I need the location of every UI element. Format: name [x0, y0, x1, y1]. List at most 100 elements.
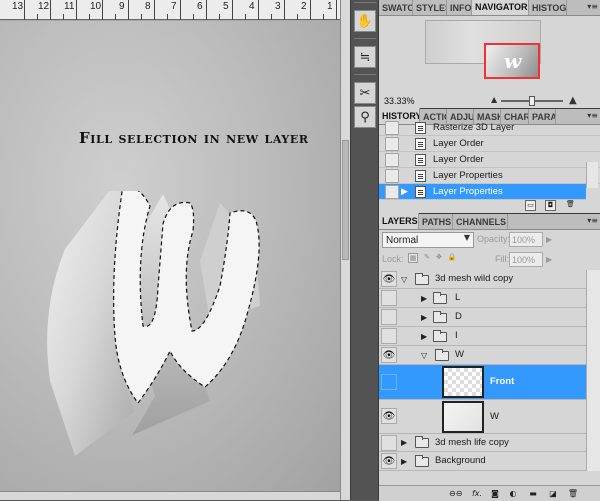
- layer-name[interactable]: I: [455, 330, 458, 341]
- zoom-level[interactable]: 33.33%: [384, 96, 424, 106]
- opacity-dropdown-icon[interactable]: ▶: [546, 235, 552, 244]
- history-item[interactable]: Layer Order: [379, 152, 600, 168]
- tab-styles[interactable]: STYLES: [413, 0, 447, 15]
- layer-name[interactable]: W: [490, 411, 499, 422]
- pin-icon[interactable]: ⚲: [354, 106, 376, 128]
- snapshot-source-box[interactable]: [385, 152, 399, 167]
- history-doc-icon: [415, 185, 426, 198]
- trash-icon[interactable]: 🗑: [567, 488, 579, 499]
- snapshot-source-box[interactable]: [385, 136, 399, 151]
- collapsed-triangle-icon[interactable]: ▶: [421, 294, 427, 303]
- snapshot-source-box[interactable]: [385, 184, 399, 199]
- mask-icon[interactable]: ◙: [489, 488, 501, 499]
- layer-group-row[interactable]: ▶ L: [379, 289, 586, 308]
- expand-triangle-icon[interactable]: ▽: [421, 351, 427, 360]
- panel-menu-icon[interactable]: ▾≡: [587, 216, 598, 225]
- panel-menu-icon[interactable]: ▾≡: [587, 2, 598, 11]
- layer-name[interactable]: L: [455, 292, 460, 303]
- history-item-selected[interactable]: ▶ Layer Properties: [379, 184, 586, 200]
- ruler-minor-tick: [63, 14, 64, 20]
- layers-scrollbar[interactable]: [586, 270, 600, 471]
- visibility-eye-icon[interactable]: [381, 309, 397, 325]
- layer-row-selected[interactable]: Front: [379, 365, 586, 400]
- tab-swatches[interactable]: SWATCI: [379, 0, 413, 15]
- tab-layers[interactable]: LAYERS: [379, 213, 419, 229]
- hand-icon[interactable]: ✋: [354, 10, 376, 32]
- tab-channels[interactable]: CHANNELS: [453, 214, 508, 229]
- front-face-selection[interactable]: [113, 191, 260, 405]
- ruler-label: 1: [327, 1, 333, 12]
- group-icon[interactable]: ▬: [527, 488, 539, 499]
- horizontal-scrollbar[interactable]: [0, 491, 340, 500]
- expand-triangle-icon[interactable]: ▽: [401, 275, 407, 284]
- layer-group-row[interactable]: ▶ 3d mesh life copy: [379, 434, 586, 452]
- adjustment-icon[interactable]: ◐: [507, 488, 519, 499]
- layer-name[interactable]: 3d mesh wild copy: [435, 273, 513, 284]
- layer-group-row[interactable]: 👁 ▽ W: [379, 346, 586, 365]
- vertical-scrollbar[interactable]: [340, 0, 350, 500]
- zoom-in-icon[interactable]: ▲: [569, 95, 577, 106]
- layer-group-row[interactable]: ▶ D: [379, 308, 586, 327]
- collapsed-triangle-icon[interactable]: ▶: [421, 332, 427, 341]
- snapshot-source-box[interactable]: [385, 120, 399, 135]
- document-canvas[interactable]: Fill selection in new layer: [0, 21, 340, 491]
- blend-mode-select[interactable]: Normal ▼: [382, 232, 474, 248]
- layer-name[interactable]: 3d mesh life copy: [435, 437, 509, 448]
- history-scrollbar[interactable]: [586, 162, 598, 188]
- lock-position-icon[interactable]: ✥: [434, 253, 444, 263]
- panel-menu-icon[interactable]: ▾≡: [587, 111, 598, 120]
- collapsed-triangle-icon[interactable]: ▶: [421, 313, 427, 322]
- link-icon[interactable]: ⊖⊖: [449, 488, 462, 499]
- snapshot-source-box[interactable]: [385, 168, 399, 183]
- tab-histogram[interactable]: HISTOG: [529, 0, 567, 15]
- lock-all-icon[interactable]: 🔒: [447, 253, 457, 263]
- collapsed-triangle-icon[interactable]: ▶: [401, 457, 407, 466]
- history-item[interactable]: Rasterize 3D Layer: [379, 120, 600, 136]
- adjustments-icon[interactable]: ≒: [354, 46, 376, 68]
- new-document-icon[interactable]: ▭: [525, 200, 536, 211]
- fill-field[interactable]: 100%: [509, 252, 543, 267]
- layer-name[interactable]: Background: [435, 455, 486, 466]
- layers-footer: ⊖⊖ fx. ◙ ◐ ▬ ◪ 🗑: [379, 485, 600, 501]
- fill-dropdown-icon[interactable]: ▶: [546, 255, 552, 264]
- layer-name[interactable]: D: [455, 311, 462, 322]
- ruler-tick: [102, 0, 103, 20]
- tab-navigator[interactable]: NAVIGATOR: [472, 0, 529, 15]
- layer-name[interactable]: Front: [490, 376, 514, 387]
- strip-grip[interactable]: [354, 38, 376, 42]
- visibility-eye-icon[interactable]: [381, 328, 397, 344]
- vertical-scrollbar-thumb[interactable]: [342, 140, 349, 260]
- layer-name[interactable]: W: [455, 349, 464, 360]
- collapsed-triangle-icon[interactable]: ▶: [401, 438, 407, 447]
- zoom-slider-thumb[interactable]: [529, 96, 535, 106]
- visibility-eye-icon[interactable]: 👁: [381, 347, 397, 363]
- 3d-w-artwork[interactable]: [30, 191, 290, 471]
- navigator-view-box[interactable]: w: [484, 43, 540, 79]
- layer-group-row[interactable]: 👁 ▶ Background: [379, 452, 586, 471]
- visibility-eye-icon[interactable]: 👁: [381, 271, 397, 287]
- history-item[interactable]: Layer Order: [379, 136, 600, 152]
- strip-grip[interactable]: [354, 74, 376, 78]
- zoom-out-icon[interactable]: ▲: [491, 95, 497, 104]
- tab-paths[interactable]: PATHS: [419, 214, 453, 229]
- trash-icon[interactable]: 🗑: [565, 200, 576, 211]
- strip-grip[interactable]: [354, 2, 376, 6]
- lock-image-icon[interactable]: ✎: [422, 253, 432, 263]
- lock-transparency-icon[interactable]: ▦: [408, 253, 418, 263]
- tools-icon[interactable]: ✂: [354, 82, 376, 104]
- history-item[interactable]: Layer Properties: [379, 168, 600, 184]
- layer-group-row[interactable]: ▶ I: [379, 327, 586, 346]
- layer-group-row[interactable]: 👁 ▽ 3d mesh wild copy: [379, 270, 586, 289]
- tab-info[interactable]: INFO: [447, 0, 472, 15]
- visibility-eye-icon[interactable]: 👁: [381, 408, 397, 424]
- layer-row[interactable]: 👁 W: [379, 400, 586, 434]
- snapshot-icon[interactable]: ◘: [545, 200, 556, 211]
- navigator-panel: SWATCI STYLES INFO NAVIGATOR HISTOG ▾≡ w…: [379, 0, 600, 108]
- visibility-eye-icon[interactable]: 👁: [381, 453, 397, 469]
- visibility-eye-icon[interactable]: [381, 435, 397, 451]
- opacity-field[interactable]: 100%: [509, 232, 543, 247]
- visibility-eye-icon[interactable]: [381, 290, 397, 306]
- new-layer-icon[interactable]: ◪: [547, 488, 559, 499]
- visibility-eye-icon[interactable]: [381, 374, 397, 390]
- fx-icon[interactable]: fx.: [471, 488, 483, 499]
